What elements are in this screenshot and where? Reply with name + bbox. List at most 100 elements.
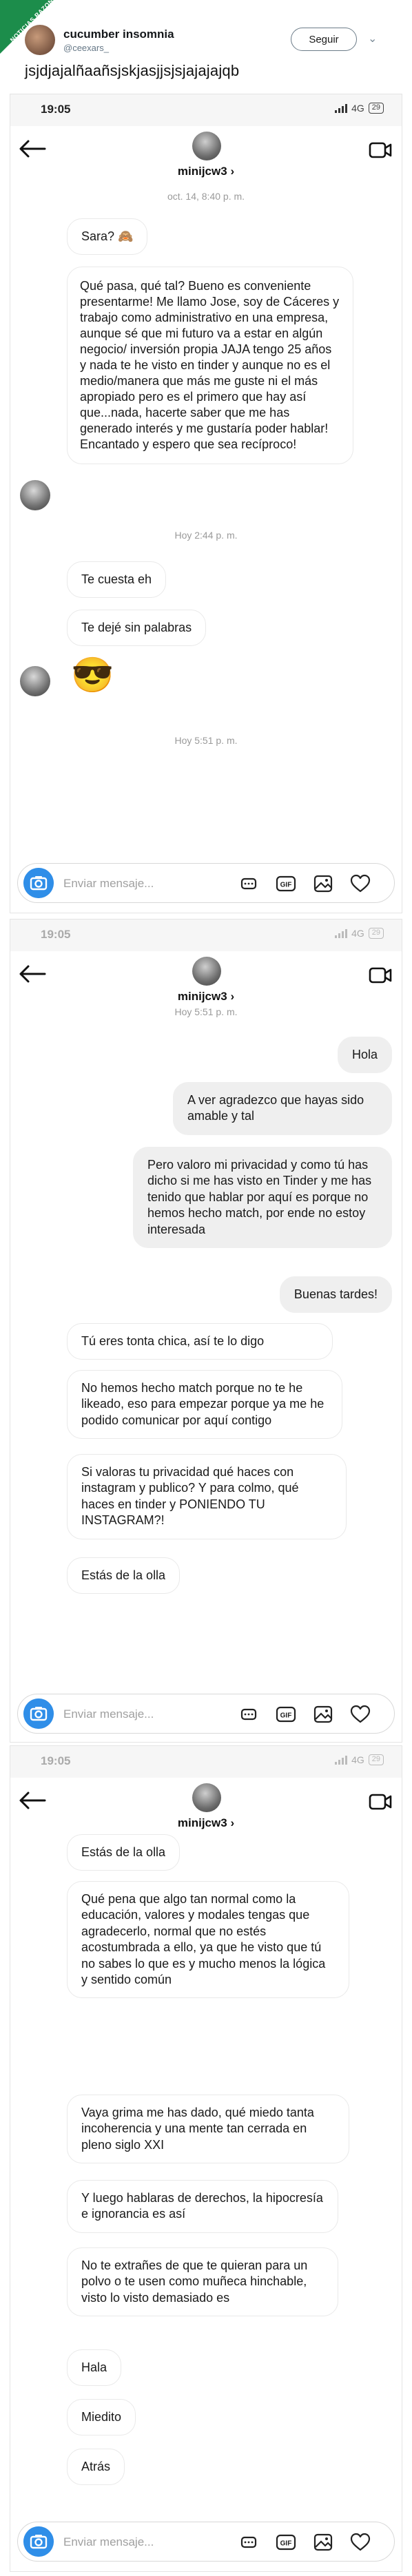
chat-header: minijcw3 › — [10, 1778, 402, 1836]
heart-icon[interactable] — [350, 2532, 371, 2553]
received-message[interactable]: Qué pasa, qué tal? Bueno es conveniente … — [67, 267, 353, 465]
chat-avatar[interactable] — [192, 132, 221, 160]
tweet-text: jsjdjajalñaañsjskjasjjsjsjajajajqb — [25, 62, 240, 79]
received-message[interactable]: Si valoras tu privacidad qué haces con i… — [67, 1454, 347, 1539]
sent-message[interactable]: A ver agradezco que hayas sido amable y … — [173, 1082, 392, 1135]
status-bar: 19:05 4G 29 — [10, 94, 402, 126]
arrow-left-icon[interactable] — [19, 1790, 46, 1811]
tweet-author-handle[interactable]: @ceexars_ — [63, 43, 109, 53]
network-type: 4G — [351, 103, 364, 114]
received-message[interactable]: Estás de la olla — [67, 1834, 181, 1871]
microphone-icon[interactable] — [238, 2532, 259, 2553]
battery-indicator: 29 — [368, 103, 384, 114]
chevron-down-icon[interactable]: ⌄ — [368, 32, 377, 45]
composer-pill: GIF — [17, 863, 395, 903]
received-message[interactable]: Te cuesta eh — [67, 561, 167, 599]
chevron-right-icon: › — [230, 1816, 235, 1829]
received-message[interactable]: Vaya grima me has dado, qué miedo tanta … — [67, 2095, 349, 2164]
tweet-author-avatar[interactable] — [25, 25, 55, 55]
sender-avatar — [20, 666, 50, 696]
message-list: oct. 14, 8:40 p. m. Sara? 🙈 Qué pasa, qu… — [10, 184, 402, 859]
sent-message[interactable]: Pero valoro mi privacidad y como tú has … — [133, 1147, 392, 1248]
tweet-author-name[interactable]: cucumber insomnia — [63, 28, 174, 41]
chat-header: minijcw3 › — [10, 951, 402, 1009]
image-icon[interactable] — [313, 1704, 333, 1725]
received-message[interactable]: Y luego hablaras de derechos, la hipocre… — [67, 2180, 338, 2233]
heart-icon[interactable] — [350, 1704, 371, 1725]
signal-icon — [335, 928, 348, 938]
chat-username[interactable]: minijcw3 › — [10, 165, 402, 178]
message-timestamp: Hoy 5:51 p. m. — [174, 735, 238, 746]
dm-screenshot-2: 19:05 4G 29 minijcw3 › Hoy 5:51 p. m. Ho… — [10, 919, 402, 1743]
arrow-left-icon[interactable] — [19, 964, 46, 984]
network-type: 4G — [351, 1754, 364, 1765]
svg-text:GIF: GIF — [280, 1712, 292, 1720]
arrow-left-icon[interactable] — [19, 138, 46, 159]
gif-icon[interactable]: GIF — [276, 2532, 296, 2553]
message-timestamp: oct. 14, 8:40 p. m. — [167, 191, 245, 202]
received-message[interactable]: Te dejé sin palabras — [67, 610, 207, 647]
message-input[interactable] — [63, 873, 194, 894]
heart-icon[interactable] — [350, 873, 371, 894]
microphone-icon[interactable] — [238, 1704, 259, 1725]
image-icon[interactable] — [313, 873, 333, 894]
status-bar: 19:05 4G 29 — [10, 1746, 402, 1778]
sent-message[interactable]: Hola — [337, 1037, 392, 1074]
chat-avatar[interactable] — [192, 957, 221, 986]
tweet-header: NOTICIAS RAZONES cucumber insomnia @ceex… — [0, 0, 412, 90]
message-list: Estás de la olla Qué pena que algo tan n… — [10, 1834, 402, 2511]
status-icons: 4G 29 — [335, 103, 384, 114]
camera-icon[interactable] — [23, 2526, 54, 2557]
video-camera-icon[interactable] — [369, 141, 392, 159]
dm-screenshot-3: 19:05 4G 29 minijcw3 › Estás de la olla … — [10, 1745, 402, 2572]
sent-message[interactable]: Buenas tardes! — [279, 1276, 392, 1313]
received-message[interactable]: Tú eres tonta chica, así te lo digo — [67, 1323, 333, 1360]
camera-icon[interactable] — [23, 868, 54, 898]
signal-icon — [335, 103, 348, 113]
battery-indicator: 29 — [368, 928, 384, 939]
follow-button[interactable]: Seguir — [291, 28, 357, 51]
status-time: 19:05 — [41, 1754, 71, 1767]
microphone-icon[interactable] — [238, 873, 259, 894]
message-timestamp: Hoy 2:44 p. m. — [174, 530, 238, 541]
received-message[interactable]: No hemos hecho match porque no te he lik… — [67, 1370, 342, 1440]
message-composer: GIF — [10, 2512, 402, 2571]
chevron-right-icon: › — [230, 165, 235, 178]
received-message[interactable]: Sara? 🙈 — [67, 218, 148, 256]
gif-icon[interactable]: GIF — [276, 1704, 296, 1725]
message-composer: GIF — [10, 853, 402, 913]
dm-screenshot-1: 19:05 4G 29 minijcw3 › oct. 14, 8:40 p. … — [10, 94, 402, 913]
status-bar: 19:05 4G 29 — [10, 920, 402, 951]
composer-pill: GIF — [17, 2522, 395, 2562]
received-message[interactable]: No te extrañes de que te quieran para un… — [67, 2247, 338, 2317]
status-icons: 4G 29 — [335, 928, 384, 939]
chevron-right-icon: › — [230, 990, 235, 1003]
message-composer: GIF — [10, 1684, 402, 1742]
chat-username[interactable]: minijcw3 › — [10, 1816, 402, 1830]
received-emoji[interactable]: 😎 — [71, 658, 114, 692]
svg-text:GIF: GIF — [280, 882, 292, 889]
message-input[interactable] — [63, 1704, 194, 1725]
composer-pill: GIF — [17, 1694, 395, 1734]
chat-header: minijcw3 › — [10, 126, 402, 184]
image-icon[interactable] — [313, 2532, 333, 2553]
message-list: Hoy 5:51 p. m. Hola A ver agradezco que … — [10, 1006, 402, 1684]
video-camera-icon[interactable] — [369, 1793, 392, 1811]
signal-icon — [335, 1755, 348, 1765]
network-type: 4G — [351, 928, 364, 939]
message-input[interactable] — [63, 2532, 194, 2553]
battery-indicator: 29 — [368, 1754, 384, 1765]
received-message[interactable]: Miedito — [67, 2399, 136, 2436]
chat-avatar[interactable] — [192, 1783, 221, 1812]
received-message[interactable]: Qué pena que algo tan normal como la edu… — [67, 1881, 349, 1999]
chat-username[interactable]: minijcw3 › — [10, 990, 402, 1004]
sender-avatar — [20, 480, 50, 510]
gif-icon[interactable]: GIF — [276, 873, 296, 894]
received-message[interactable]: Atrás — [67, 2449, 125, 2486]
video-camera-icon[interactable] — [369, 966, 392, 984]
camera-icon[interactable] — [23, 1699, 54, 1729]
status-time: 19:05 — [41, 928, 71, 941]
received-message[interactable]: Hala — [67, 2349, 122, 2387]
status-time: 19:05 — [41, 103, 71, 116]
received-message[interactable]: Estás de la olla — [67, 1557, 181, 1595]
